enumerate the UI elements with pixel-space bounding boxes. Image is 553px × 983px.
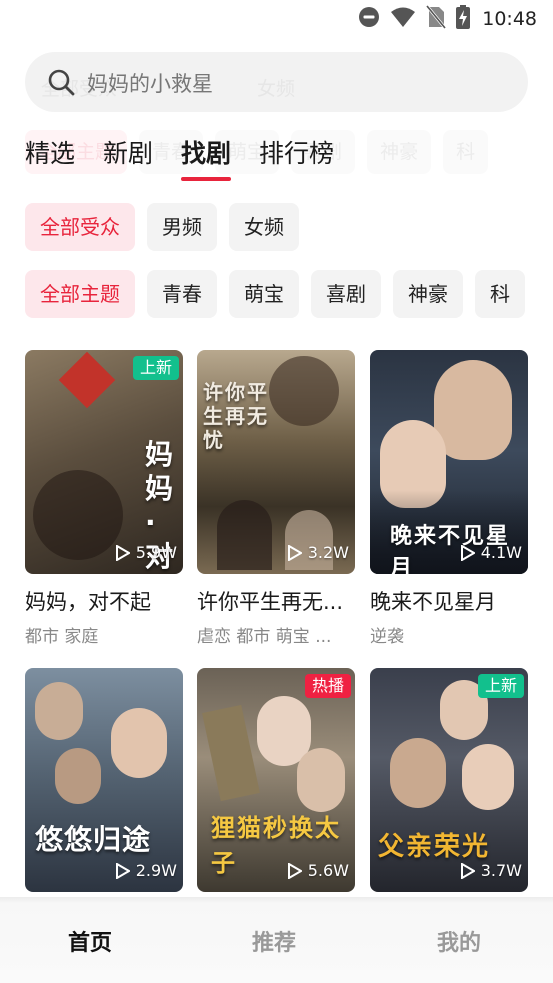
drama-tags: 逆袭 bbox=[370, 627, 404, 647]
wifi-icon bbox=[390, 6, 416, 32]
play-icon bbox=[460, 862, 475, 879]
drama-card[interactable]: 晚来不见星月 4.1W 晚来不见星月 逆袭 bbox=[370, 350, 528, 647]
filter-all-themes[interactable]: 全部主题 bbox=[25, 270, 135, 318]
theme-filter-row: 全部主题 青春 萌宝 喜剧 神豪 科 bbox=[25, 270, 528, 318]
play-count-value: 5.9W bbox=[135, 543, 177, 562]
bottom-nav: 首页 推荐 我的 bbox=[0, 897, 553, 983]
drama-title: 许你平生再无... bbox=[197, 590, 344, 614]
tab-new-dramas[interactable]: 新剧 bbox=[103, 134, 153, 174]
drama-card[interactable]: 妈妈·对不起 上新 5.9W 妈妈，对不起 都市 家庭 bbox=[25, 350, 183, 647]
status-time: 10:48 bbox=[482, 8, 537, 30]
drama-title: 晚来不见星月 bbox=[370, 590, 496, 614]
drama-card[interactable]: 悠悠归途 2.9W bbox=[25, 668, 183, 910]
play-count: 2.9W bbox=[115, 861, 177, 880]
new-badge: 上新 bbox=[132, 356, 179, 380]
play-count: 5.6W bbox=[287, 861, 349, 880]
drama-poster[interactable]: 父亲荣光 上新 3.7W bbox=[370, 668, 528, 892]
tab-find-dramas[interactable]: 找剧 bbox=[181, 134, 232, 181]
filter-female[interactable]: 女频 bbox=[229, 203, 299, 251]
filter-comedy[interactable]: 喜剧 bbox=[311, 270, 381, 318]
play-count: 4.1W bbox=[460, 543, 522, 562]
new-badge: 上新 bbox=[477, 674, 524, 698]
filter-tycoon[interactable]: 神豪 bbox=[393, 270, 463, 318]
drama-title: 妈妈，对不起 bbox=[25, 590, 151, 614]
play-count: 5.9W bbox=[115, 543, 177, 562]
play-icon bbox=[287, 862, 302, 879]
play-count-value: 5.6W bbox=[307, 861, 349, 880]
do-not-disturb-icon bbox=[358, 6, 380, 32]
drama-poster[interactable]: 晚来不见星月 4.1W bbox=[370, 350, 528, 574]
drama-tags: 都市 家庭 bbox=[25, 627, 99, 647]
search-icon bbox=[47, 68, 75, 100]
play-icon bbox=[460, 544, 475, 561]
filter-all-audience[interactable]: 全部受众 bbox=[25, 203, 135, 251]
status-icons: 10:48 bbox=[358, 5, 537, 33]
drama-tags: 虐恋 都市 萌宝 ... bbox=[197, 627, 332, 647]
drama-poster[interactable]: 许你平生再无忧 3.2W bbox=[197, 350, 355, 574]
search-placeholder: 妈妈的小救星 bbox=[87, 72, 213, 96]
play-icon bbox=[287, 544, 302, 561]
tab-featured[interactable]: 精选 bbox=[25, 134, 75, 174]
filter-cute-baby[interactable]: 萌宝 bbox=[229, 270, 299, 318]
poster-title-art: 悠悠归途 bbox=[35, 823, 152, 856]
filter-male[interactable]: 男频 bbox=[147, 203, 217, 251]
filter-scifi[interactable]: 科 bbox=[475, 270, 525, 318]
ghost-chip: 科 bbox=[443, 130, 489, 174]
hot-badge: 热播 bbox=[304, 674, 351, 698]
poster-title-art: 父亲荣光 bbox=[378, 832, 491, 862]
nav-me[interactable]: 我的 bbox=[437, 925, 481, 957]
ghost-chip: 神豪 bbox=[367, 130, 432, 174]
no-sim-icon bbox=[426, 5, 447, 33]
drama-poster[interactable]: 狸猫秒换太子 热播 5.6W bbox=[197, 668, 355, 892]
nav-home[interactable]: 首页 bbox=[68, 925, 112, 957]
poster-title-art: 许你平生再无忧 bbox=[203, 380, 269, 452]
status-bar: 10:48 bbox=[0, 0, 553, 38]
drama-card[interactable]: 许你平生再无忧 3.2W 许你平生再无... 虐恋 都市 萌宝 ... bbox=[197, 350, 355, 647]
play-icon bbox=[115, 862, 130, 879]
play-icon bbox=[115, 544, 130, 561]
drama-card[interactable]: 狸猫秒换太子 热播 5.6W bbox=[197, 668, 355, 910]
top-tabs: 全部主题 青春 萌宝 喜剧 神豪 科 精选 新剧 找剧 排行榜 bbox=[25, 130, 553, 182]
search-ghost-female: 女频 bbox=[257, 78, 296, 100]
drama-poster[interactable]: 悠悠归途 2.9W bbox=[25, 668, 183, 892]
drama-card[interactable]: 父亲荣光 上新 3.7W bbox=[370, 668, 528, 910]
battery-charging-icon bbox=[456, 5, 471, 33]
search-bar[interactable]: 全部受众 女频 妈妈的小救星 bbox=[25, 52, 528, 112]
play-count-value: 2.9W bbox=[135, 861, 177, 880]
drama-poster[interactable]: 妈妈·对不起 上新 5.9W bbox=[25, 350, 183, 574]
play-count-value: 3.2W bbox=[307, 543, 349, 562]
play-count-value: 4.1W bbox=[480, 543, 522, 562]
filter-youth[interactable]: 青春 bbox=[147, 270, 217, 318]
audience-filter-row: 全部受众 男频 女频 bbox=[25, 203, 528, 251]
play-count: 3.7W bbox=[460, 861, 522, 880]
play-count: 3.2W bbox=[287, 543, 349, 562]
nav-recommend[interactable]: 推荐 bbox=[252, 925, 296, 957]
play-count-value: 3.7W bbox=[480, 861, 522, 880]
tab-rankings[interactable]: 排行榜 bbox=[259, 134, 334, 174]
